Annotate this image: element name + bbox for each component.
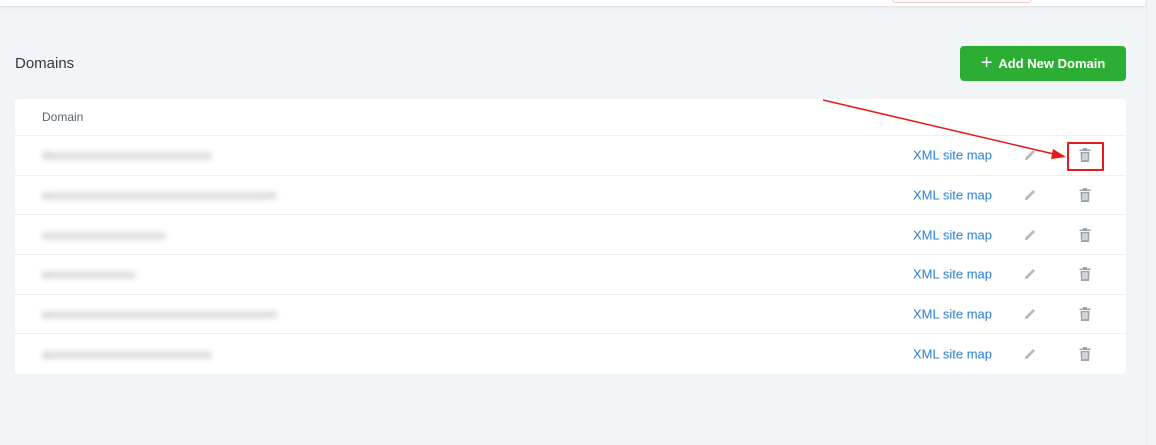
pencil-icon[interactable]: [1020, 264, 1040, 284]
table-row: wxxxxxxxxxxxxxxxxxxxxxxxxxxxxxxxxxm XML …: [15, 176, 1126, 216]
scrollbar[interactable]: [1146, 0, 1156, 445]
table-row: axxxxxxxxxxxxxxxxxxxxxxxxx XML site map: [15, 334, 1126, 374]
pencil-icon[interactable]: [1020, 344, 1040, 364]
domain-name: wxxxxxxxxxxxxxxxxxxxxxxxxxxxxxxxxxm: [42, 187, 277, 203]
column-header-domain: Domain: [42, 110, 84, 124]
pencil-icon[interactable]: [1020, 185, 1040, 205]
domain-name: wxxxxxxxxxxxxx: [42, 266, 136, 282]
xml-sitemap-link[interactable]: XML site map: [913, 267, 992, 282]
domain-name: dxxxxxxxxxxxxxxxxxxxxxxxxx: [42, 147, 212, 163]
xml-sitemap-link[interactable]: XML site map: [913, 227, 992, 242]
add-new-domain-button[interactable]: + Add New Domain: [960, 46, 1126, 81]
pencil-icon[interactable]: [1020, 145, 1040, 165]
table-row: wxxxxxxxxxxxxx XML site map: [15, 255, 1126, 295]
xml-sitemap-link[interactable]: XML site map: [913, 148, 992, 163]
domain-name: axxxxxxxxxxxxxxxxxxxxxxxxx: [42, 346, 212, 362]
xml-sitemap-link[interactable]: XML site map: [913, 307, 992, 322]
header-pill-button[interactable]: [892, 0, 1032, 3]
table-header: Domain: [15, 99, 1126, 136]
trash-icon[interactable]: [1075, 344, 1095, 364]
add-new-domain-label: Add New Domain: [998, 56, 1106, 71]
domains-table: Domain dxxxxxxxxxxxxxxxxxxxxxxxxx XML si…: [15, 99, 1126, 374]
trash-icon[interactable]: [1075, 304, 1095, 324]
pencil-icon[interactable]: [1020, 225, 1040, 245]
trash-icon[interactable]: [1075, 264, 1095, 284]
xml-sitemap-link[interactable]: XML site map: [913, 347, 992, 362]
table-row: dxxxxxxxxxxxxxxxxxxxxxxxxx XML site map: [15, 136, 1126, 176]
trash-icon[interactable]: [1075, 145, 1095, 165]
domain-name: sxxxxxxxxxxxxxxxxxx: [42, 227, 166, 243]
table-row: wxxxxxxxxxxxxxxxxxxxxxxxxxxxxxxxxxm XML …: [15, 295, 1126, 335]
trash-icon[interactable]: [1075, 225, 1095, 245]
domain-name: wxxxxxxxxxxxxxxxxxxxxxxxxxxxxxxxxxm: [42, 306, 277, 322]
trash-icon[interactable]: [1075, 185, 1095, 205]
top-header-bar: [0, 0, 1145, 6]
page-title: Domains: [15, 55, 75, 72]
pencil-icon[interactable]: [1020, 304, 1040, 324]
xml-sitemap-link[interactable]: XML site map: [913, 188, 992, 203]
plus-icon: +: [980, 51, 993, 74]
table-row: sxxxxxxxxxxxxxxxxxx XML site map: [15, 215, 1126, 256]
